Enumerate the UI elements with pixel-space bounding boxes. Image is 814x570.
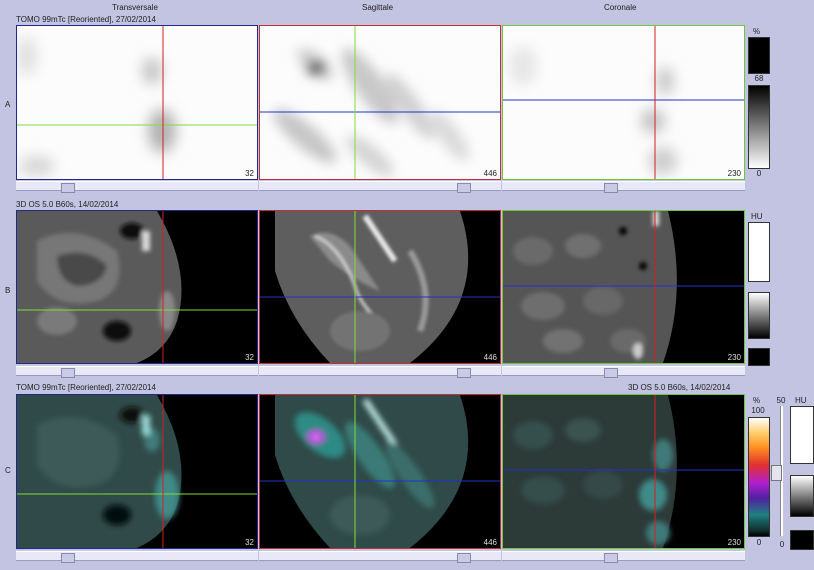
- scroll-thumb[interactable]: [61, 553, 75, 563]
- column-header-transversale: Transversale: [112, 3, 158, 12]
- scrollbar-b-coronale[interactable]: [502, 366, 745, 378]
- scale-a-min: 0: [756, 169, 762, 178]
- slice-number: 446: [483, 169, 497, 178]
- scroll-thumb[interactable]: [604, 183, 618, 193]
- scroll-thumb[interactable]: [604, 553, 618, 563]
- scale-b-top-box: [748, 222, 770, 282]
- scrollbar-a-coronale[interactable]: [502, 181, 745, 193]
- scale-c-ct-colorbar[interactable]: [790, 475, 814, 517]
- view-a-transversale[interactable]: 32: [16, 25, 258, 180]
- slice-number: 230: [727, 353, 741, 362]
- view-b-sagittale[interactable]: 446: [259, 210, 501, 364]
- row-b-label: B: [5, 286, 11, 295]
- scrollbar-c-transversale[interactable]: [16, 551, 258, 563]
- scale-c-colorbar[interactable]: [748, 417, 770, 537]
- scrollbar-c-coronale[interactable]: [502, 551, 745, 563]
- fusion-coronale-image: [503, 395, 744, 548]
- fusion-transversale-image: [17, 395, 257, 548]
- row-c-header-right: 3D OS 5.0 B60s, 14/02/2014: [628, 383, 731, 392]
- opacity-min: 0: [779, 540, 785, 549]
- column-header-coronale: Coronale: [604, 3, 637, 12]
- scroll-thumb[interactable]: [457, 183, 471, 193]
- scroll-thumb[interactable]: [457, 368, 471, 378]
- scroll-thumb[interactable]: [61, 183, 75, 193]
- scale-c-ct-top-box: [790, 406, 814, 464]
- scrollbar-b-sagittale[interactable]: [259, 366, 501, 378]
- opacity-slider-handle[interactable]: [771, 465, 782, 481]
- slice-number: 32: [245, 169, 254, 178]
- slice-number: 446: [483, 353, 497, 362]
- scrollbar-a-sagittale[interactable]: [259, 181, 501, 193]
- scale-c-min: 0: [756, 538, 762, 547]
- view-b-coronale[interactable]: 230: [502, 210, 745, 364]
- scale-b-bottom-box: [748, 348, 770, 366]
- scale-a-unit: %: [753, 27, 761, 36]
- slice-number: 446: [483, 538, 497, 547]
- row-b-header: 3D OS 5.0 B60s, 14/02/2014: [16, 200, 119, 209]
- column-header-sagittale: Sagittale: [362, 3, 394, 12]
- scrollbar-b-transversale[interactable]: [16, 366, 258, 378]
- nm-transversale-image: [17, 26, 257, 179]
- scale-c-max: 100: [751, 406, 765, 415]
- slice-number: 32: [245, 353, 254, 362]
- slice-number: 32: [245, 538, 254, 547]
- scale-a-max: 68: [754, 74, 764, 83]
- scale-c-unit: %: [753, 396, 761, 405]
- scale-a-colorbar[interactable]: [748, 85, 770, 169]
- row-c-header-left: TOMO 99mTc [Reoriented], 27/02/2014: [16, 383, 156, 392]
- scale-c-ct-bottom-box: [790, 530, 814, 550]
- ct-transversale-image: [17, 211, 257, 363]
- scrollbar-a-transversale[interactable]: [16, 181, 258, 193]
- nm-coronale-image: [503, 26, 744, 179]
- slice-number: 230: [727, 169, 741, 178]
- scroll-thumb[interactable]: [61, 368, 75, 378]
- ct-coronale-image: [503, 211, 744, 363]
- row-c-label: C: [5, 466, 11, 475]
- scale-b-unit: HU: [751, 212, 763, 221]
- row-a-header: TOMO 99mTc [Reoriented], 27/02/2014: [16, 15, 156, 24]
- row-a-label: A: [5, 100, 11, 109]
- view-c-transversale[interactable]: 32: [16, 394, 258, 549]
- scale-c-ct-unit: HU: [795, 396, 807, 405]
- view-c-coronale[interactable]: 230: [502, 394, 745, 549]
- scroll-thumb[interactable]: [457, 553, 471, 563]
- view-c-sagittale[interactable]: 446: [259, 394, 501, 549]
- ct-sagittale-image: [260, 211, 500, 363]
- view-b-transversale[interactable]: 32: [16, 210, 258, 364]
- scale-a-top-box: [748, 37, 770, 74]
- scrollbar-c-sagittale[interactable]: [259, 551, 501, 563]
- view-a-sagittale[interactable]: 446: [259, 25, 501, 180]
- fusion-sagittale-image: [260, 395, 500, 548]
- scroll-thumb[interactable]: [604, 368, 618, 378]
- view-a-coronale[interactable]: 230: [502, 25, 745, 180]
- slice-number: 230: [727, 538, 741, 547]
- nm-sagittale-image: [260, 26, 500, 179]
- opacity-max: 50: [776, 396, 786, 405]
- scale-b-colorbar[interactable]: [748, 292, 770, 339]
